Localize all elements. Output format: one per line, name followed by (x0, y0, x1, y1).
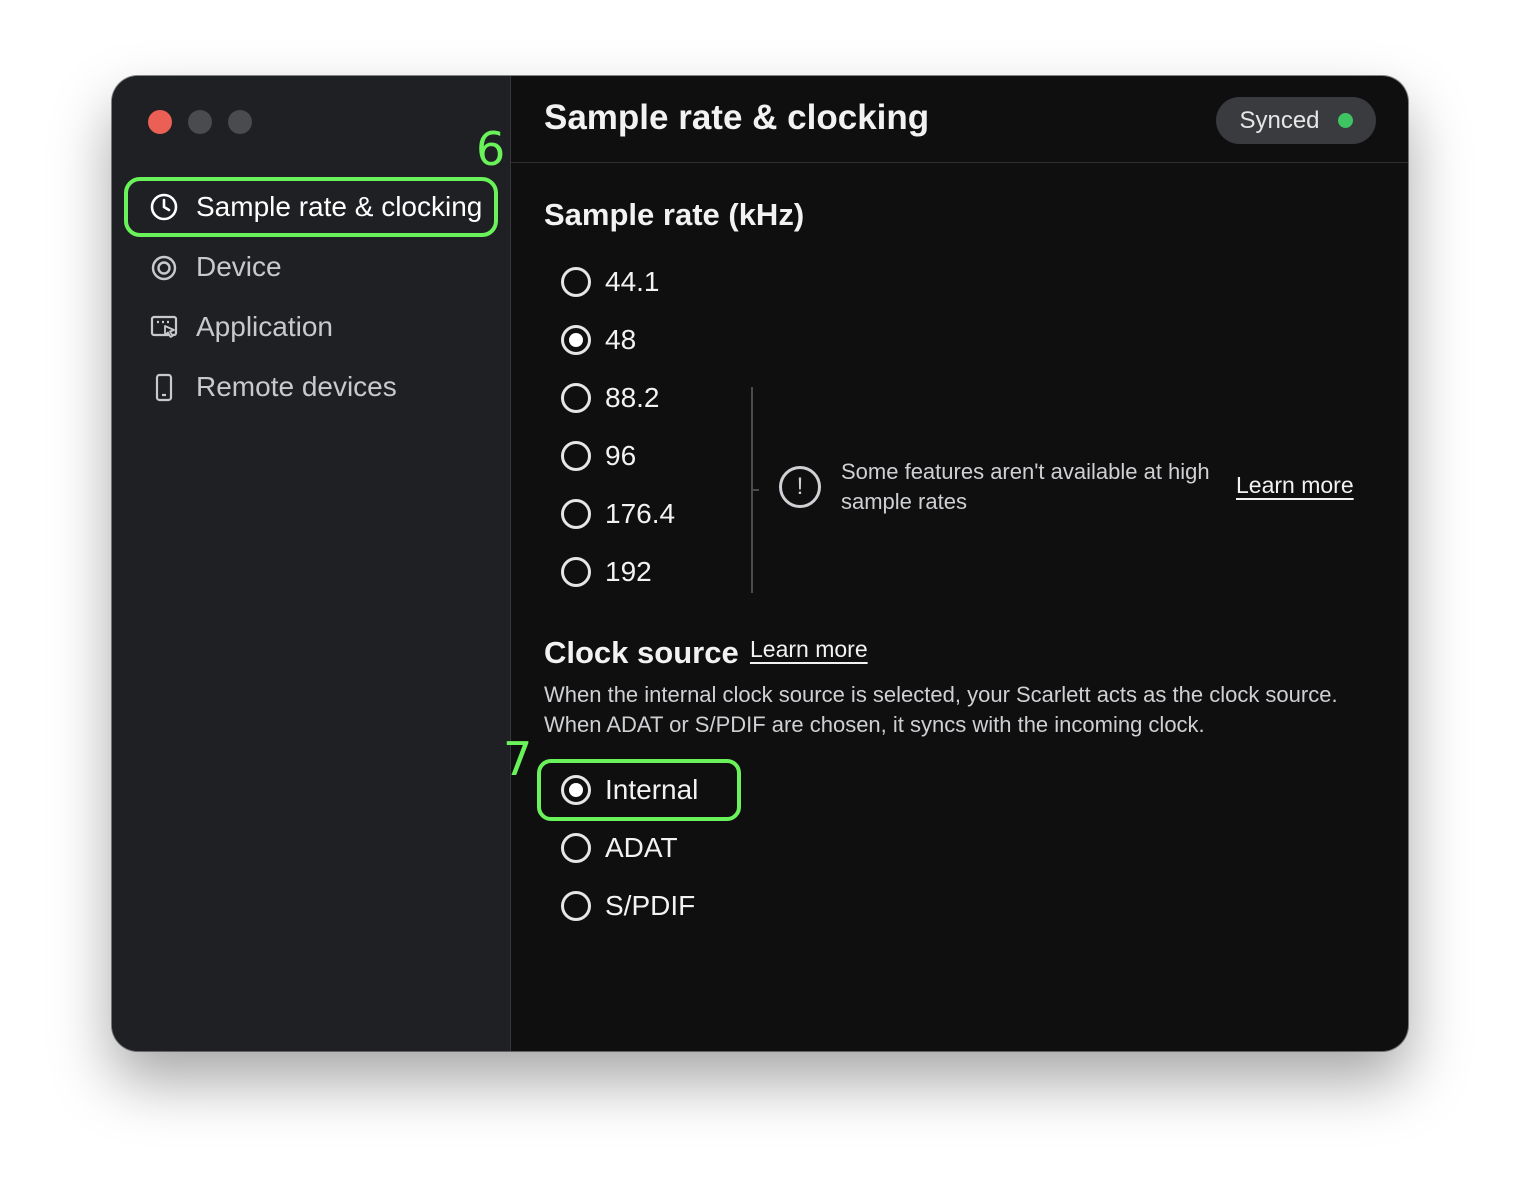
sample-rate-option-88-2[interactable]: 88.2 (561, 378, 660, 418)
sidebar-item-label: Application (196, 311, 333, 342)
radio-button[interactable] (561, 441, 591, 471)
page-title: Sample rate & clocking (544, 98, 930, 137)
clock-source-option-internal[interactable]: Internal (561, 770, 698, 810)
sidebar-item-label: Remote devices (196, 371, 397, 402)
sidebar-nav: Sample rate & clocking Device Applicatio… (124, 177, 498, 417)
clock-source-description: When the internal clock source is select… (544, 682, 1338, 737)
main-panel: Sample rate & clocking Synced Sample rat… (503, 76, 1408, 1051)
high-sample-rate-learn-more-link[interactable]: Learn more (1236, 472, 1354, 499)
radio-button-selected[interactable] (561, 775, 591, 805)
radio-button[interactable] (561, 383, 591, 413)
sidebar-item-remote-devices[interactable]: Remote devices (124, 357, 498, 417)
high-sample-rate-notice: Some features aren't available at high s… (841, 459, 1210, 514)
radio-button-selected[interactable] (561, 325, 591, 355)
sample-rate-option-label: 192 (605, 556, 652, 587)
sample-rate-option-label: 88.2 (605, 382, 660, 413)
sample-rate-title: Sample rate (kHz) (544, 197, 805, 232)
clock-source-option-adat[interactable]: ADAT (561, 828, 678, 868)
sync-status-badge: Synced (1216, 97, 1376, 144)
radio-button[interactable] (561, 557, 591, 587)
radio-button[interactable] (561, 833, 591, 863)
sample-rate-option-label: 44.1 (605, 266, 660, 297)
device-icon (148, 251, 180, 283)
sample-rate-option-label: 48 (605, 324, 637, 355)
close-window-button[interactable] (148, 110, 172, 134)
sample-rate-option-176-4[interactable]: 176.4 (561, 494, 675, 534)
callout-number-6: 6 (476, 122, 506, 176)
sample-rate-option-label: 96 (605, 440, 637, 471)
app-window: 6 Sample rate & clocking Device Applicat… (112, 76, 1408, 1051)
sample-rate-option-192[interactable]: 192 (561, 552, 652, 592)
clock-source-title: Clock source (544, 635, 739, 670)
sample-rate-option-48[interactable]: 48 (561, 320, 636, 360)
warning-icon: ! (779, 466, 821, 508)
callout-number-7: 7 (503, 732, 533, 786)
high-rate-bracket-tick (751, 489, 759, 491)
sample-rate-option-label: 176.4 (605, 498, 676, 529)
sample-rate-option-96[interactable]: 96 (561, 436, 636, 476)
zoom-window-button[interactable] (228, 110, 252, 134)
sidebar-item-sample-rate-clocking[interactable]: Sample rate & clocking (124, 177, 498, 237)
sidebar-item-label: Device (196, 251, 282, 282)
clock-source-option-spdif[interactable]: S/PDIF (561, 886, 695, 926)
window-controls (148, 110, 252, 134)
header: Sample rate & clocking Synced (511, 76, 1408, 163)
clock-icon (148, 191, 180, 223)
phone-icon (148, 371, 180, 403)
sync-status-label: Synced (1239, 106, 1320, 134)
sidebar-item-application[interactable]: Application (124, 297, 498, 357)
radio-button[interactable] (561, 267, 591, 297)
clock-source-option-label: Internal (605, 774, 699, 805)
minimize-window-button[interactable] (188, 110, 212, 134)
application-icon (148, 311, 180, 343)
sync-status-indicator-icon (1337, 113, 1353, 128)
radio-button[interactable] (561, 499, 591, 529)
radio-button[interactable] (561, 891, 591, 921)
clock-source-option-label: ADAT (605, 832, 678, 863)
sidebar-item-label: Sample rate & clocking (196, 191, 483, 222)
clock-source-learn-more-link[interactable]: Learn more (750, 636, 868, 663)
sidebar-item-device[interactable]: Device (124, 237, 498, 297)
sidebar: 6 Sample rate & clocking Device Applicat… (112, 76, 511, 1051)
clock-source-option-label: S/PDIF (605, 890, 696, 921)
sample-rate-option-44-1[interactable]: 44.1 (561, 262, 660, 302)
